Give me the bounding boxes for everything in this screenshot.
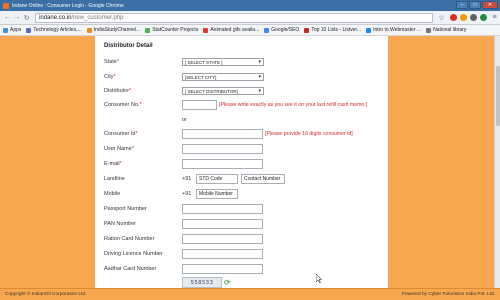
bookmark-favicon-icon xyxy=(26,27,32,33)
consumer-no-hint: [Please write exactly as you see it on y… xyxy=(219,102,368,108)
state-label: State* xyxy=(104,59,119,65)
bookmark-favicon-icon xyxy=(366,27,372,33)
pan-label: PAN Number xyxy=(104,221,136,227)
bookmark-item[interactable]: StatCounter Projects xyxy=(145,27,198,33)
bookmark-favicon-icon xyxy=(3,27,8,33)
scrollbar-thumb[interactable] xyxy=(496,66,500,126)
mobile-number-input[interactable]: Mobile Number xyxy=(196,189,238,199)
window-controls: – □ ✕ xyxy=(456,1,498,9)
consumer-id-label: Consumer Id* xyxy=(104,131,138,137)
star-bookmark-icon[interactable]: ☆ xyxy=(437,13,446,22)
url-path: /new_customer.php xyxy=(71,14,124,21)
bookmark-label: Apps xyxy=(10,27,22,33)
consumer-no-input[interactable] xyxy=(182,100,217,110)
std-code-input[interactable]: STD Code xyxy=(196,174,238,184)
page-content: Distributor Detail State* [ SELECT STATE… xyxy=(0,36,500,288)
right-orange-panel xyxy=(388,36,500,288)
pan-input[interactable] xyxy=(182,219,263,229)
extension-green-icon[interactable] xyxy=(480,14,487,21)
bookmark-label: Technology Articles,... xyxy=(33,27,82,33)
back-arrow-icon[interactable]: ← xyxy=(3,13,12,22)
extension-orange-icon[interactable] xyxy=(460,14,467,21)
site-favicon-icon xyxy=(3,2,9,9)
distributor-select[interactable]: [ SELECT DISTRIBUTOR] ▾ xyxy=(182,87,264,95)
consumer-id-input[interactable] xyxy=(182,129,263,139)
dropdown-arrow-icon: ▾ xyxy=(258,59,261,65)
forward-arrow-icon[interactable]: → xyxy=(13,13,22,22)
contact-number-input[interactable]: Contact Number xyxy=(241,174,285,184)
browser-toolbar: ← → ↻ indane.co.in/new_customer.php ☆ ≡ xyxy=(0,11,500,25)
bookmark-label: StatCounter Projects xyxy=(152,27,199,33)
bookmark-item[interactable]: Technology Articles,... xyxy=(26,27,82,33)
extension-icons: ☆ ≡ xyxy=(437,13,500,22)
menu-icon[interactable]: ≡ xyxy=(490,13,499,22)
bookmark-label: Top 10 Lists - Listver... xyxy=(311,27,362,33)
bookmark-label: Animated gifs availa... xyxy=(210,27,260,33)
url-host: indane.co.in xyxy=(39,14,72,21)
bookmark-favicon-icon xyxy=(304,27,310,33)
email-label: E-mail* xyxy=(104,161,122,167)
mobile-label: Mobile xyxy=(104,191,121,197)
extension-red-icon[interactable] xyxy=(450,14,457,21)
maximize-button[interactable]: □ xyxy=(469,1,481,9)
bookmark-item[interactable]: IndiaStudyChannel... xyxy=(86,27,141,33)
bookmark-item[interactable]: National library xyxy=(426,27,466,33)
mouse-cursor-icon xyxy=(316,274,322,283)
passport-label: Passport Number xyxy=(104,206,147,212)
url-input[interactable]: indane.co.in/new_customer.php xyxy=(35,12,433,23)
left-orange-panel xyxy=(0,36,95,288)
window-title: Indane Online : Consumer Login - Google … xyxy=(12,2,124,9)
dropdown-arrow-icon: ▾ xyxy=(258,88,261,94)
page-footer: Copyright © IndianOil Corporation Ltd. P… xyxy=(0,288,500,300)
page-scrollbar[interactable] xyxy=(494,36,500,288)
bookmark-label: Google/SEO xyxy=(271,27,300,33)
bookmark-favicon-icon xyxy=(264,27,270,33)
driving-licence-input[interactable] xyxy=(182,249,263,259)
landline-prefix: +91 xyxy=(182,176,192,182)
dropdown-arrow-icon: ▾ xyxy=(258,74,261,80)
close-button[interactable]: ✕ xyxy=(482,1,498,9)
mobile-prefix: +91 xyxy=(182,191,192,197)
reload-icon[interactable]: ↻ xyxy=(22,13,31,22)
refresh-captcha-icon[interactable]: ⟳ xyxy=(224,279,232,287)
bookmark-favicon-icon xyxy=(86,27,92,33)
bookmark-item[interactable]: Top 10 Lists - Listver... xyxy=(304,27,361,33)
section-title: Distributor Detail xyxy=(104,43,153,49)
aadhar-label: Aadhar Card Number xyxy=(104,266,157,272)
email-input[interactable] xyxy=(182,159,263,169)
landline-label: Landline xyxy=(104,176,125,182)
bookmark-favicon-icon xyxy=(203,27,209,33)
consumer-id-hint: [Please provide 16 digits consumer id] xyxy=(265,131,353,137)
bookmarks-bar: Apps Technology Articles,... IndiaStudyCha… xyxy=(0,25,500,36)
minimize-button[interactable]: – xyxy=(456,1,468,9)
city-label: City* xyxy=(104,74,116,80)
consumer-no-label: Consumer No.* xyxy=(104,102,142,108)
window-titlebar: Indane Online : Consumer Login - Google … xyxy=(0,0,500,11)
distributor-label: Distributor* xyxy=(104,88,132,94)
extension-gray-icon[interactable] xyxy=(470,14,477,21)
bookmark-label: National library xyxy=(433,27,467,33)
passport-input[interactable] xyxy=(182,204,263,214)
bookmark-label: Intro to Webmaster ... xyxy=(373,27,422,33)
footer-powered-by: Powered by Cyber Futuristics India Pvt. … xyxy=(401,292,495,297)
bookmark-item[interactable]: Google/SEO xyxy=(264,27,299,33)
ration-card-label: Ration Card Number xyxy=(104,236,155,242)
registration-form: Distributor Detail State* [ SELECT STATE… xyxy=(100,36,388,288)
or-text: or xyxy=(182,117,187,123)
driving-licence-label: Driving Licence Number xyxy=(104,251,163,257)
captcha-image: 558533 xyxy=(182,277,222,288)
bookmark-item[interactable]: Intro to Webmaster ... xyxy=(366,27,421,33)
username-label: User Name* xyxy=(104,146,134,152)
aadhar-input[interactable] xyxy=(182,264,263,274)
bookmark-item[interactable]: Apps xyxy=(3,27,21,33)
bookmark-favicon-icon xyxy=(426,27,432,33)
username-input[interactable] xyxy=(182,144,263,154)
state-select[interactable]: [ SELECT STATE ] ▾ xyxy=(182,58,264,66)
bookmark-favicon-icon xyxy=(145,27,151,33)
city-select[interactable]: [SELECT CITY] ▾ xyxy=(182,73,264,81)
bookmark-item[interactable]: Animated gifs availa... xyxy=(203,27,259,33)
ration-card-input[interactable] xyxy=(182,234,263,244)
bookmark-label: IndiaStudyChannel... xyxy=(93,27,141,33)
footer-copyright: Copyright © IndianOil Corporation Ltd. xyxy=(5,292,87,297)
